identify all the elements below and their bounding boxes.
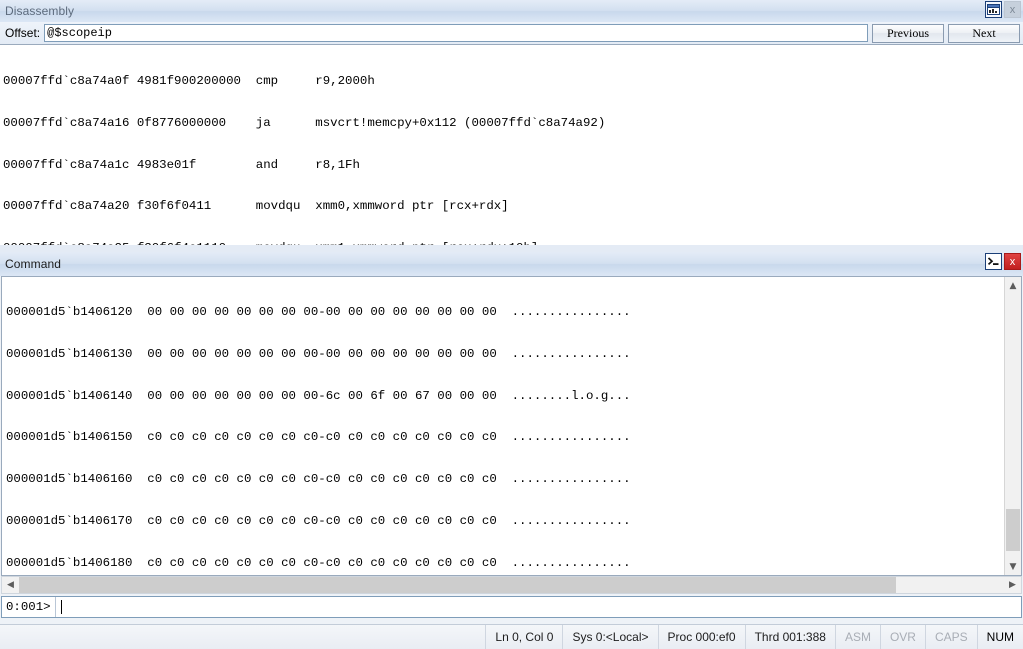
chevron-up-icon[interactable]: ▲ <box>1005 277 1021 294</box>
text-caret <box>60 600 62 614</box>
output-line: 000001d5`b1406140 00 00 00 00 00 00 00 0… <box>6 388 631 403</box>
scrollbar-thumb[interactable] <box>1006 509 1020 551</box>
chevron-right-icon[interactable]: ▶ <box>1004 577 1021 593</box>
status-system: Sys 0:<Local> <box>562 625 657 649</box>
windbg-app: Disassembly x Offset: @$scopeip Previous <box>0 0 1023 649</box>
disassembly-titlebar[interactable]: Disassembly x <box>0 0 1023 22</box>
scrollbar-track[interactable] <box>19 577 1004 593</box>
next-button[interactable]: Next <box>948 23 1020 43</box>
disassembly-window-buttons: x <box>985 1 1021 18</box>
scrollbar-thumb[interactable] <box>19 577 896 593</box>
command-window: Command x 000001d5`b1406120 00 00 00 00 … <box>0 252 1023 624</box>
disassembly-title: Disassembly <box>5 4 75 18</box>
status-bar: Ln 0, Col 0 Sys 0:<Local> Proc 000:ef0 T… <box>0 624 1023 649</box>
restore-window-icon[interactable] <box>985 1 1002 18</box>
status-num: NUM <box>976 625 1023 649</box>
disassembly-window: Disassembly x Offset: @$scopeip Previous <box>0 0 1023 245</box>
command-horizontal-scrollbar[interactable]: ◀ ▶ <box>1 576 1022 594</box>
output-line: 000001d5`b1406170 c0 c0 c0 c0 c0 c0 c0 c… <box>6 514 631 529</box>
output-line: 000001d5`b1406150 c0 c0 c0 c0 c0 c0 c0 c… <box>6 430 631 445</box>
previous-button[interactable]: Previous <box>872 23 944 43</box>
disassembly-toolbar: Offset: @$scopeip Previous Next <box>0 22 1023 44</box>
status-thread: Thrd 001:388 <box>744 625 835 649</box>
status-process: Proc 000:ef0 <box>657 625 745 649</box>
offset-input[interactable]: @$scopeip <box>44 24 868 42</box>
disassembly-code-lines: 00007ffd`c8a74a0f 4981f900200000 cmp r9,… <box>3 47 1023 245</box>
offset-label: Offset: <box>5 26 41 40</box>
status-line-col: Ln 0, Col 0 <box>485 625 562 649</box>
command-prompt-label: 0:001> <box>2 597 56 617</box>
command-titlebar[interactable]: Command x <box>0 252 1023 276</box>
code-line[interactable]: 00007ffd`c8a74a25 f30f6f4c1110 movdqu xm… <box>3 241 1023 245</box>
status-asm: ASM <box>834 625 880 649</box>
console-prompt-icon[interactable] <box>985 253 1002 270</box>
code-line[interactable]: 00007ffd`c8a74a16 0f8776000000 ja msvcrt… <box>3 116 1023 131</box>
close-icon[interactable]: x <box>1004 1 1021 18</box>
code-line[interactable]: 00007ffd`c8a74a0f 4981f900200000 cmp r9,… <box>3 74 1023 89</box>
chevron-left-icon[interactable]: ◀ <box>2 577 19 593</box>
chevron-down-icon[interactable]: ▼ <box>1005 558 1021 575</box>
close-icon[interactable]: x <box>1004 253 1021 270</box>
command-output-pane[interactable]: 000001d5`b1406120 00 00 00 00 00 00 00 0… <box>1 276 1022 576</box>
status-caps: CAPS <box>924 625 977 649</box>
disassembly-code-pane[interactable]: 00007ffd`c8a74a0f 4981f900200000 cmp r9,… <box>0 44 1023 245</box>
command-output-lines: 000001d5`b1406120 00 00 00 00 00 00 00 0… <box>6 278 913 575</box>
command-title: Command <box>5 257 62 271</box>
output-line: 000001d5`b1406120 00 00 00 00 00 00 00 0… <box>6 304 631 319</box>
command-vertical-scrollbar[interactable]: ▲ ▼ <box>1004 277 1021 575</box>
command-input-row[interactable]: 0:001> <box>1 596 1022 618</box>
output-line: 000001d5`b1406130 00 00 00 00 00 00 00 0… <box>6 346 631 361</box>
command-input[interactable] <box>55 597 1021 617</box>
code-line[interactable]: 00007ffd`c8a74a20 f30f6f0411 movdqu xmm0… <box>3 199 1023 214</box>
command-body: 000001d5`b1406120 00 00 00 00 00 00 00 0… <box>0 276 1023 624</box>
status-ovr: OVR <box>879 625 925 649</box>
command-window-buttons: x <box>985 253 1021 270</box>
code-line[interactable]: 00007ffd`c8a74a1c 4983e01f and r8,1Fh <box>3 158 1023 173</box>
output-line: 000001d5`b1406180 c0 c0 c0 c0 c0 c0 c0 c… <box>6 556 631 571</box>
output-line: 000001d5`b1406160 c0 c0 c0 c0 c0 c0 c0 c… <box>6 472 631 487</box>
